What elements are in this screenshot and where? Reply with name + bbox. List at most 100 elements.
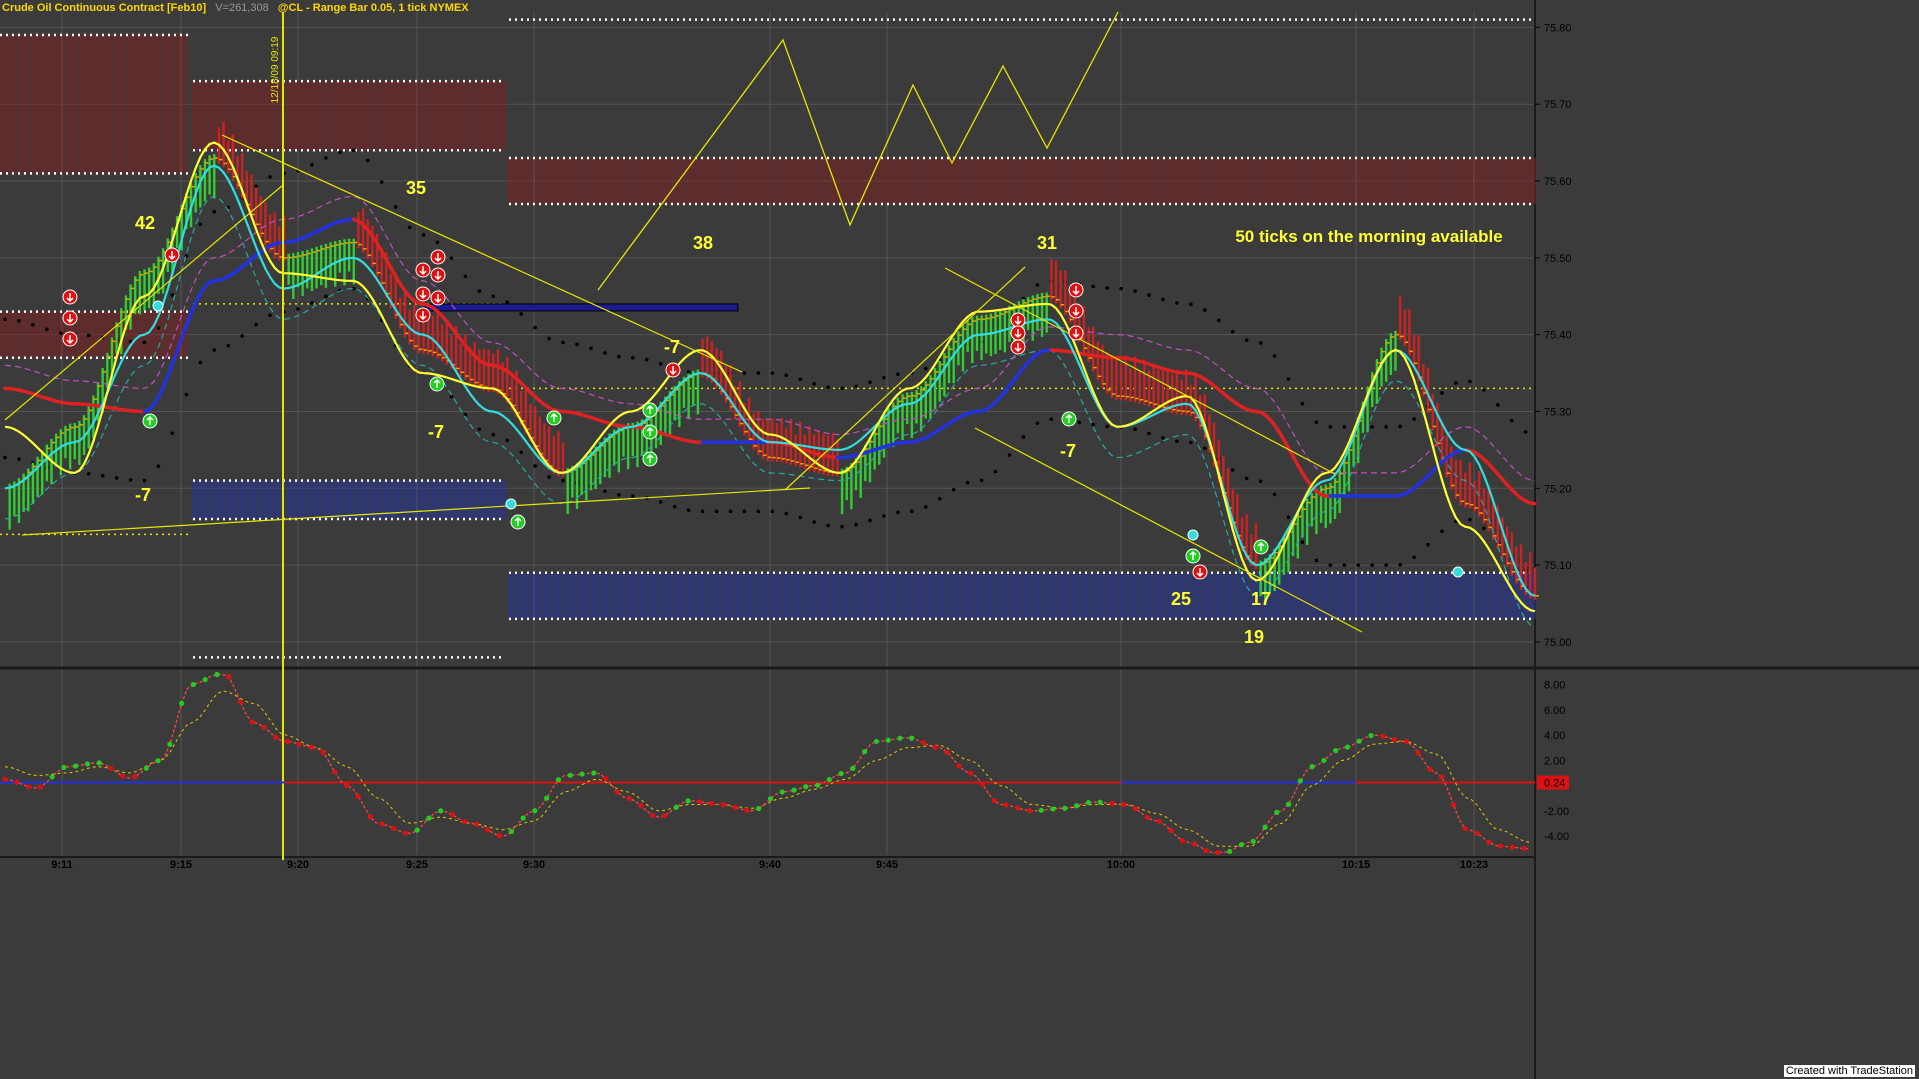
oscillator-dot — [838, 770, 844, 777]
oscillator-dot — [614, 789, 620, 795]
envelope-lower-dot — [798, 515, 803, 520]
oscillator-dot — [579, 771, 585, 777]
envelope-upper-dot — [1482, 388, 1486, 392]
oscillator-dot — [237, 699, 244, 705]
oscillator-dot — [1403, 738, 1409, 745]
envelope-lower-dot — [1147, 431, 1151, 436]
envelope-upper-dot — [477, 289, 482, 293]
envelope-upper-dot — [1286, 377, 1291, 381]
x-tick-label: 9:40 — [759, 859, 781, 871]
oscillator-dot — [1380, 733, 1386, 739]
envelope-lower-dot — [770, 509, 775, 514]
envelope-upper-dot — [631, 355, 635, 360]
envelope-lower-dot — [505, 438, 510, 443]
oscillator-dot — [1026, 808, 1033, 814]
oscillator-dot — [61, 764, 67, 770]
envelope-lower-dot — [951, 487, 956, 492]
oscillator-dot — [84, 761, 91, 767]
x-tick-label: 10:23 — [1460, 859, 1488, 871]
envelope-upper-dot — [393, 205, 398, 209]
y-tick-label: 75.00 — [1544, 637, 1572, 649]
oscillator-dot — [1462, 826, 1468, 832]
price-chart[interactable]: 12/18/09 09:19 42 35 38 31 -7 -7 -7 -7 25 17 19 50 … — [0, 0, 1919, 1079]
oscillator-dot — [1285, 801, 1292, 807]
signal-cyan — [1187, 529, 1199, 541]
envelope-upper-dot — [1440, 391, 1444, 395]
envelope-lower-dot — [519, 450, 524, 455]
oscillator-dot — [697, 799, 703, 805]
envelope-upper-dot — [268, 175, 272, 179]
oscillator-dot — [956, 763, 962, 769]
envelope-lower-dot — [324, 294, 328, 299]
envelope-lower-dot — [1300, 540, 1305, 544]
oscillator-dot — [1203, 847, 1209, 854]
oscillator-dot — [1439, 774, 1445, 780]
oscillator-dot — [873, 738, 880, 745]
oscillator-dot — [1097, 799, 1103, 805]
envelope-upper-dot — [1314, 420, 1319, 424]
envelope-lower-dot — [714, 509, 719, 514]
oscillator-dot — [1132, 805, 1139, 812]
oscillator-dot — [744, 807, 750, 813]
envelope-upper-dot — [407, 225, 412, 230]
osc-tick-label: 4.00 — [1544, 730, 1565, 742]
annotation-label: 25 — [1171, 589, 1191, 609]
annotation-label: -7 — [428, 422, 444, 442]
blue-level-bar — [424, 303, 739, 312]
envelope-upper-dot — [86, 333, 91, 338]
oscillator-dot — [367, 814, 373, 820]
envelope-lower-dot — [100, 473, 105, 478]
envelope-lower-dot — [1175, 439, 1179, 444]
envelope-upper-dot — [617, 354, 621, 359]
envelope-lower-dot — [1370, 563, 1375, 567]
envelope-upper-dot — [3, 317, 7, 322]
envelope-lower-dot — [3, 455, 7, 460]
oscillator-dot — [355, 793, 361, 799]
x-tick-label: 9:15 — [170, 859, 192, 871]
envelope-lower-dot — [296, 307, 300, 311]
oscillator-dot — [379, 821, 385, 827]
osc-tick-label: 6.00 — [1544, 705, 1565, 717]
envelope-upper-dot — [547, 336, 551, 341]
oscillator-dot — [862, 748, 868, 755]
envelope-lower-dot — [1105, 424, 1109, 429]
envelope-lower-dot — [1412, 555, 1416, 560]
envelope-lower-dot — [631, 494, 635, 498]
envelope-lower-dot — [212, 348, 217, 352]
symbol-title: Crude Oil Continuous Contract [Feb10] — [2, 2, 207, 14]
envelope-upper-dot — [826, 385, 830, 390]
oscillator-dot — [449, 812, 456, 818]
oscillator-dot — [426, 815, 432, 821]
oscillator-dot — [214, 671, 220, 678]
envelope-lower-dot — [226, 343, 231, 348]
envelope-upper-dot — [1509, 418, 1514, 423]
envelope-lower-dot — [686, 508, 691, 512]
envelope-upper-dot — [1384, 425, 1388, 429]
envelope-lower-dot — [1328, 563, 1333, 567]
envelope-upper-dot — [449, 256, 454, 260]
annotation-label: -7 — [664, 337, 680, 357]
oscillator-dot — [720, 802, 726, 808]
envelope-lower-dot — [993, 469, 998, 474]
y-tick-label: 75.30 — [1544, 406, 1572, 418]
envelope-upper-dot — [1328, 425, 1333, 429]
oscillator-dot — [296, 741, 303, 747]
annotation-label: 42 — [135, 213, 155, 233]
envelope-upper-dot — [421, 233, 426, 237]
oscillator-dot — [555, 777, 562, 783]
x-tick-label: 9:45 — [876, 859, 898, 871]
envelope-upper-dot — [1370, 425, 1375, 429]
envelope-lower-dot — [128, 478, 133, 482]
oscillator-dot — [979, 781, 986, 787]
x-tick-label: 10:15 — [1342, 859, 1370, 871]
oscillator-dot — [1509, 844, 1515, 850]
osc-tick-label: -2.00 — [1544, 806, 1569, 818]
oscillator-dot — [1356, 738, 1362, 744]
oscillator-dot — [544, 795, 550, 801]
oscillator-dot — [1497, 843, 1504, 849]
envelope-upper-dot — [170, 293, 175, 297]
envelope-lower-dot — [923, 505, 928, 509]
x-tick-label: 10:00 — [1107, 859, 1135, 871]
slow-ma-segment — [1528, 501, 1537, 506]
oscillator-dot — [37, 784, 43, 790]
